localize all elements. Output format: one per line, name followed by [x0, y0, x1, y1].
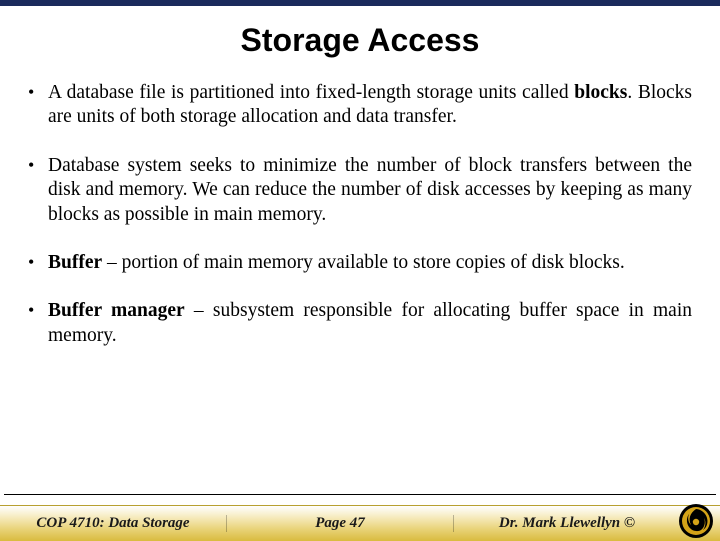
ucf-logo-icon — [678, 503, 714, 539]
bullet-list: A database file is partitioned into fixe… — [20, 81, 692, 348]
bullet-text-bold: Buffer manager — [48, 300, 185, 321]
bullet-text-bold: Buffer — [48, 252, 102, 273]
bullet-item: Buffer manager – subsystem responsible f… — [20, 299, 692, 348]
footer-bar: COP 4710: Data Storage Page 47 Dr. Mark … — [0, 505, 720, 541]
slide-footer: COP 4710: Data Storage Page 47 Dr. Mark … — [0, 494, 720, 540]
bullet-text-pre: A database file is partitioned into fixe… — [48, 82, 574, 103]
footer-divider — [4, 494, 716, 495]
bullet-text-bold: blocks — [574, 82, 627, 103]
footer-page: Page 47 — [227, 515, 454, 532]
top-accent-border — [0, 0, 720, 6]
bullet-text-pre: Database system seeks to minimize the nu… — [48, 155, 692, 225]
slide-title: Storage Access — [0, 22, 720, 59]
bullet-item: A database file is partitioned into fixe… — [20, 81, 692, 130]
slide-content: A database file is partitioned into fixe… — [0, 81, 720, 348]
footer-course: COP 4710: Data Storage — [0, 515, 227, 532]
bullet-item: Buffer – portion of main memory availabl… — [20, 251, 692, 275]
bullet-text-post: – portion of main memory available to st… — [102, 252, 625, 273]
bullet-item: Database system seeks to minimize the nu… — [20, 154, 692, 227]
